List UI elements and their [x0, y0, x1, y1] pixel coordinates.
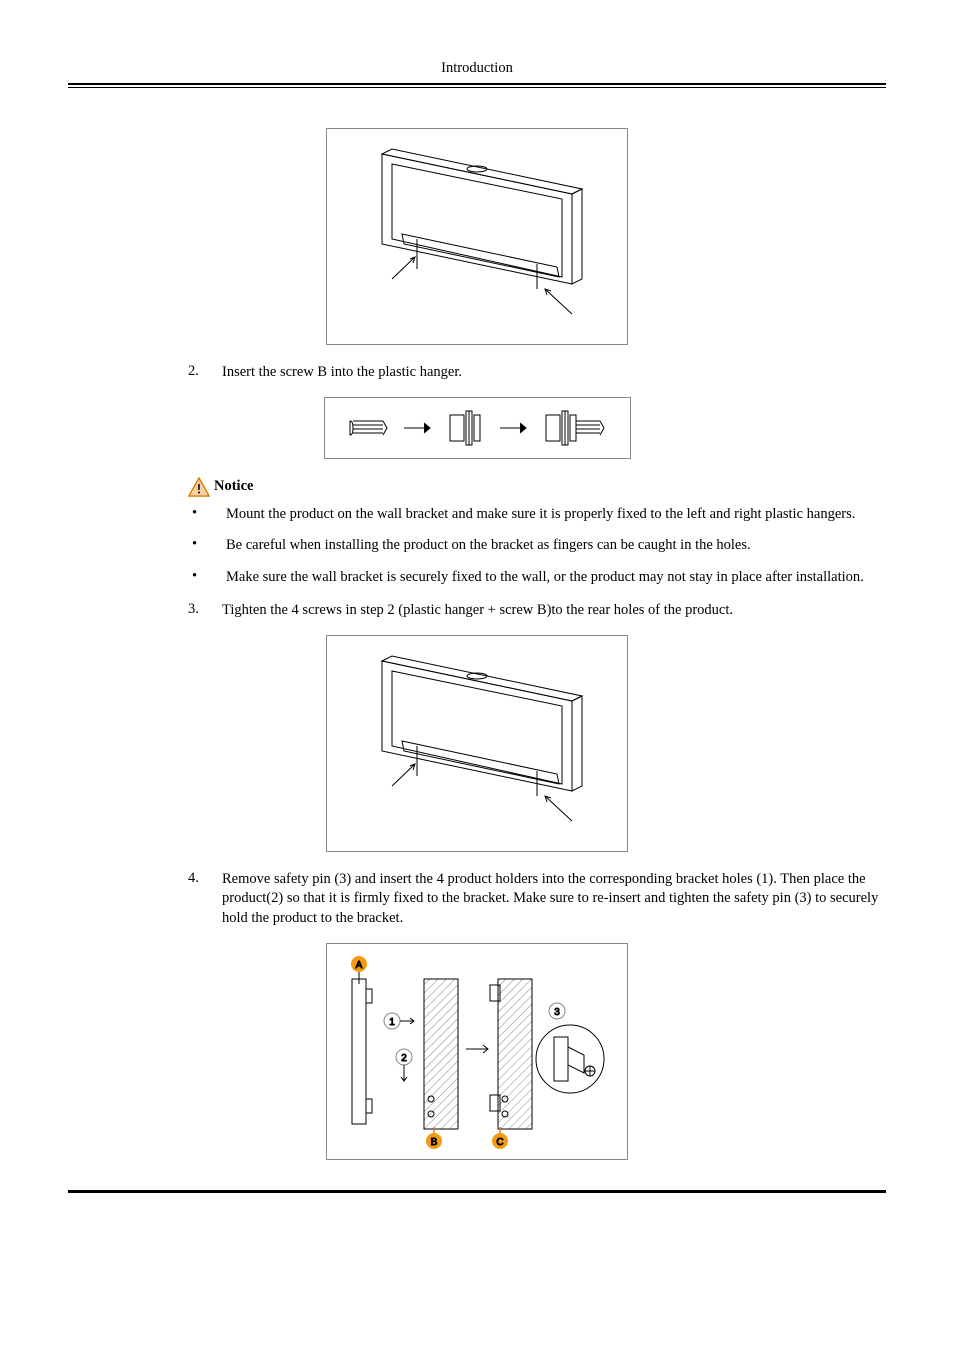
bullet-icon: • [188, 505, 226, 525]
figure-tv-on-bracket-1 [326, 128, 628, 345]
step-2: 2. Insert the screw B into the plastic h… [188, 363, 886, 383]
warning-icon [188, 477, 210, 497]
figure-screw-into-hanger [324, 397, 631, 459]
label-c: C [496, 1137, 503, 1148]
step-4-text: Remove safety pin (3) and insert the 4 p… [222, 870, 886, 929]
tv-bracket-illustration-1 [337, 139, 617, 334]
footer-rules [68, 1190, 886, 1193]
screw-hanger-illustration [332, 403, 622, 453]
tv-bracket-illustration-2 [337, 646, 617, 841]
notice-heading: Notice [188, 477, 886, 497]
notice-item-2-text: Be careful when installing the product o… [226, 536, 886, 556]
label-2: 2 [401, 1053, 407, 1064]
notice-item-1: • Mount the product on the wall bracket … [188, 505, 886, 525]
notice-item-3: • Make sure the wall bracket is securely… [188, 568, 886, 588]
step-2-text: Insert the screw B into the plastic hang… [222, 363, 886, 383]
footer-rule-bottom [68, 1191, 886, 1193]
label-a: A [356, 960, 363, 971]
label-3: 3 [554, 1007, 560, 1018]
step-3-text: Tighten the 4 screws in step 2 (plastic … [222, 601, 886, 621]
notice-list: • Mount the product on the wall bracket … [188, 505, 886, 588]
page-header-title: Introduction [68, 60, 886, 83]
figure-tv-on-bracket-2 [326, 635, 628, 852]
wall-bracket-illustration: A 1 2 B [332, 949, 622, 1154]
step-4: 4. Remove safety pin (3) and insert the … [188, 870, 886, 929]
notice-item-1-text: Mount the product on the wall bracket an… [226, 505, 886, 525]
figure-wall-bracket-labeled: A 1 2 B [326, 943, 628, 1160]
step-4-number: 4. [188, 870, 222, 929]
notice-item-2: • Be careful when installing the product… [188, 536, 886, 556]
header-rule-top [68, 83, 886, 85]
bullet-icon: • [188, 536, 226, 556]
step-2-number: 2. [188, 363, 222, 383]
step-3: 3. Tighten the 4 screws in step 2 (plast… [188, 601, 886, 621]
label-b: B [431, 1137, 438, 1148]
notice-label: Notice [214, 478, 253, 495]
label-1: 1 [389, 1017, 395, 1028]
page: Introduction [0, 0, 954, 1245]
notice-item-3-text: Make sure the wall bracket is securely f… [226, 568, 886, 588]
step-3-number: 3. [188, 601, 222, 621]
content-area: 2. Insert the screw B into the plastic h… [68, 88, 886, 1160]
bullet-icon: • [188, 568, 226, 588]
